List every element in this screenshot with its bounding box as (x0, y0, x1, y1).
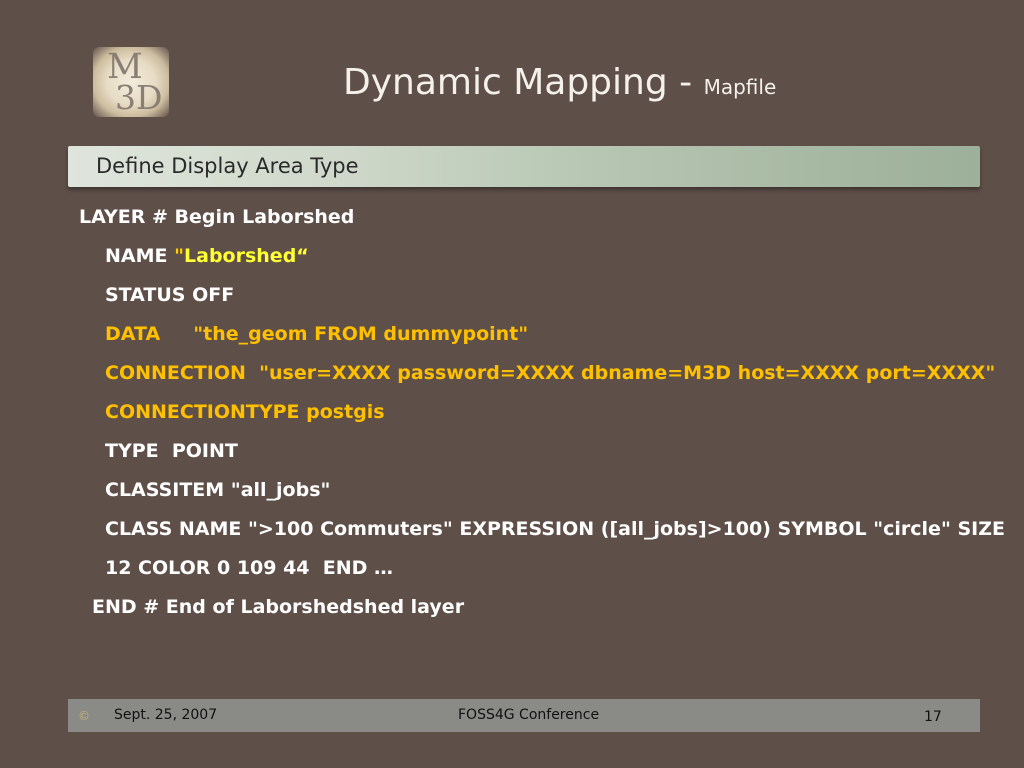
footer-date: Sept. 25, 2007 (114, 707, 218, 723)
code-line-4: DATA "the_geom FROM dummypoint" (105, 323, 529, 345)
code-line-1: LAYER # Begin Laborshed (79, 206, 355, 228)
code-line-2-quote: " (174, 245, 185, 267)
code-line-7: TYPE POINT (105, 440, 238, 462)
code-line-8: CLASSITEM "all_jobs" (105, 479, 331, 501)
code-line-2: NAME "Laborshed“ (105, 245, 309, 267)
code-line-5: CONNECTION "user=XXXX password=XXXX dbna… (105, 362, 996, 384)
code-line-11: END # End of Laborshedshed layer (92, 596, 465, 618)
logo-letters-3d: 3D (115, 78, 163, 117)
code-line-3: STATUS OFF (105, 284, 235, 306)
code-line-2-keyword: NAME (105, 245, 175, 267)
code-line-2-value: Laborshed“ (184, 245, 309, 267)
section-banner-text: Define Display Area Type (96, 154, 359, 178)
footer-page-number: 17 (924, 709, 942, 725)
m3d-logo: M 3D (93, 47, 169, 117)
code-line-9: CLASS NAME ">100 Commuters" EXPRESSION (… (105, 518, 1005, 540)
code-line-6: CONNECTIONTYPE postgis (105, 401, 385, 423)
footer-conference: FOSS4G Conference (458, 707, 600, 723)
section-banner: Define Display Area Type (68, 146, 980, 187)
slide-title-main: Dynamic Mapping - (343, 62, 704, 103)
slide-footer: © Sept. 25, 2007 FOSS4G Conference 17 (68, 699, 980, 732)
slide-title: Dynamic Mapping - Mapfile (343, 62, 776, 103)
code-line-10: 12 COLOR 0 109 44 END … (105, 557, 394, 579)
slide-title-sub: Mapfile (703, 75, 777, 99)
footer-bullet-icon: © (78, 709, 90, 723)
